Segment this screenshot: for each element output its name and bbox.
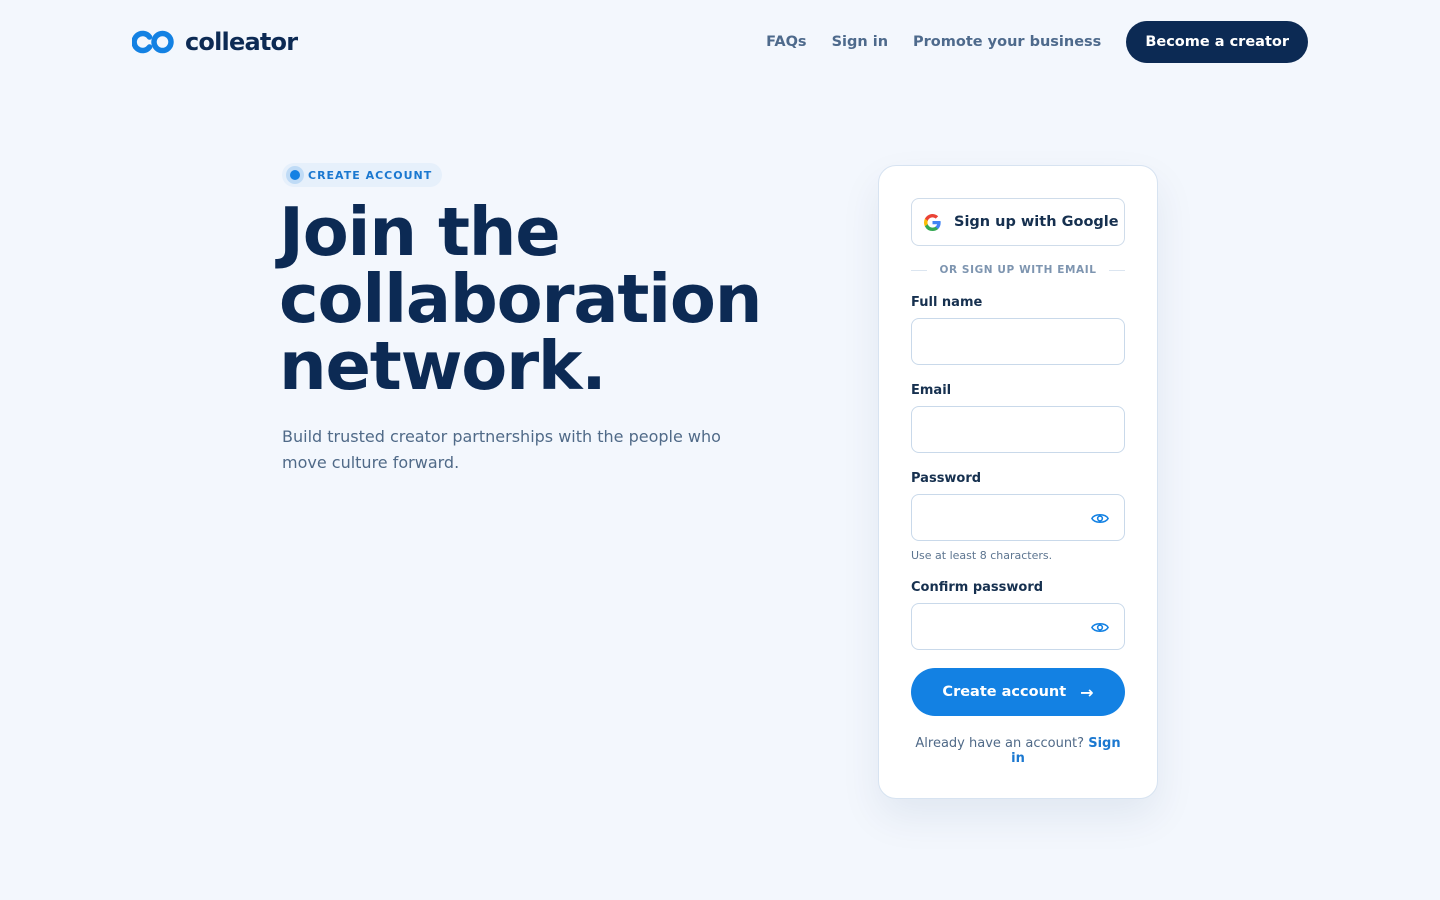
password-hint: Use at least 8 characters. bbox=[911, 549, 1053, 562]
create-account-label: Create account bbox=[942, 684, 1067, 700]
confirm-password-field-wrapper bbox=[911, 603, 1125, 650]
hero-section: CREATE ACCOUNT Join the collaboration ne… bbox=[279, 163, 782, 476]
show-confirm-password-eye-icon[interactable] bbox=[1090, 618, 1110, 636]
nav-link-faqs[interactable]: FAQs bbox=[766, 34, 806, 50]
brand-logo[interactable]: colleator bbox=[132, 26, 298, 58]
full-name-input[interactable] bbox=[912, 319, 1124, 364]
email-divider: OR SIGN UP WITH EMAIL bbox=[911, 263, 1125, 277]
divider-line-left bbox=[911, 269, 928, 271]
google-button-label: Sign up with Google bbox=[954, 214, 1119, 230]
status-dot-icon bbox=[290, 170, 300, 180]
headline-line-1: Join the bbox=[279, 193, 561, 271]
sign-in-prompt-text: Already have an account? bbox=[915, 736, 1085, 751]
infinity-logo-icon bbox=[132, 30, 174, 54]
become-creator-button[interactable]: Become a creator bbox=[1126, 21, 1308, 63]
arrow-right-icon: → bbox=[1080, 682, 1094, 702]
confirm-password-label: Confirm password bbox=[911, 580, 1044, 595]
hero-subtitle: Build trusted creator partnerships with … bbox=[282, 427, 721, 472]
email-input[interactable] bbox=[912, 407, 1124, 452]
google-signup-button[interactable]: Sign up with Google bbox=[911, 198, 1125, 246]
headline-line-2: collaboration bbox=[279, 260, 762, 338]
create-account-button[interactable]: Create account → bbox=[911, 668, 1125, 716]
sign-in-prompt: Already have an account? Sign in bbox=[911, 736, 1125, 766]
badge-label: CREATE ACCOUNT bbox=[308, 168, 433, 182]
password-label: Password bbox=[911, 471, 982, 486]
email-label: Email bbox=[911, 383, 952, 398]
brand-name: colleator bbox=[185, 28, 298, 56]
divider-label: OR SIGN UP WITH EMAIL bbox=[939, 264, 1097, 276]
full-name-label: Full name bbox=[911, 295, 983, 310]
page-title: Join the collaboration network. bbox=[279, 199, 782, 400]
full-name-field-wrapper bbox=[911, 318, 1125, 365]
main-nav: FAQs Sign in Promote your business Becom… bbox=[766, 21, 1308, 63]
signup-card: Sign up with Google OR SIGN UP WITH EMAI… bbox=[878, 165, 1158, 799]
password-field-wrapper bbox=[911, 494, 1125, 541]
show-password-eye-icon[interactable] bbox=[1090, 509, 1110, 527]
top-header: colleator FAQs Sign in Promote your busi… bbox=[0, 0, 1440, 84]
nav-link-promote-business[interactable]: Promote your business bbox=[913, 34, 1101, 50]
create-account-badge: CREATE ACCOUNT bbox=[282, 163, 443, 187]
divider-line-right bbox=[1108, 269, 1125, 271]
email-field-wrapper bbox=[911, 406, 1125, 453]
google-icon bbox=[924, 213, 941, 231]
headline-line-3: network. bbox=[279, 327, 607, 405]
nav-link-sign-in[interactable]: Sign in bbox=[832, 34, 888, 50]
